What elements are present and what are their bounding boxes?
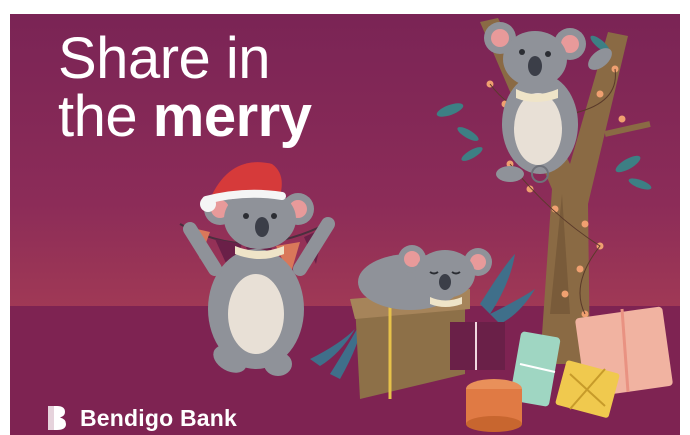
greeting-card: Share in the merry Bendigo Bank: [10, 14, 680, 435]
koala-sleeping-on-present: [358, 245, 492, 310]
headline: Share in the merry: [58, 26, 312, 146]
brand-name: Bendigo Bank: [80, 404, 238, 431]
present-orange-round: [466, 379, 522, 432]
headline-line-1: Share in: [58, 26, 271, 91]
bendigo-b-logo-icon: [48, 406, 66, 430]
koala-dancing: [179, 162, 335, 376]
brand-lockup: Bendigo Bank: [46, 404, 237, 432]
headline-bold-word: merry: [152, 84, 312, 149]
present-purple: [450, 322, 505, 370]
headline-line-2: the merry: [58, 88, 312, 146]
headline-regular-word: the: [58, 84, 153, 149]
